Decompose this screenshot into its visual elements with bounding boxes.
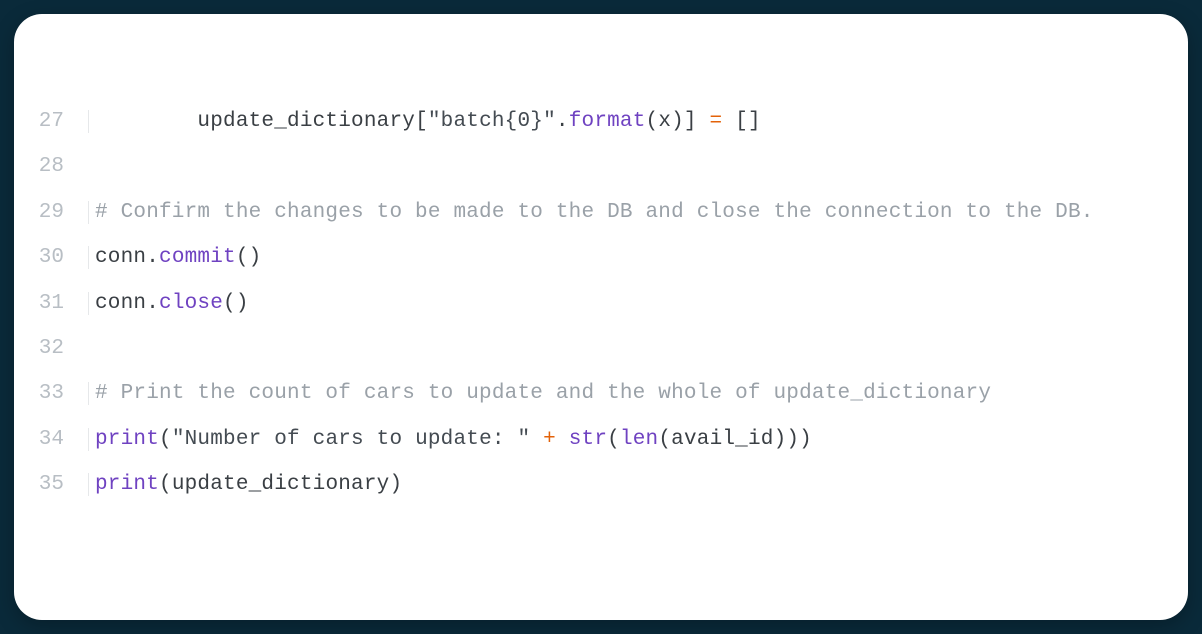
code-content: update_dictionary["batch{0}".format(x)] … — [88, 110, 761, 133]
token: str — [569, 428, 607, 451]
token: commit — [159, 246, 236, 269]
token: close — [159, 292, 223, 315]
token: ( — [607, 428, 620, 451]
code-line: 32 — [14, 337, 1188, 382]
token: = — [710, 110, 723, 133]
token: . — [556, 110, 569, 133]
code-content: conn.commit() — [88, 246, 261, 269]
token: format — [569, 110, 646, 133]
token: . — [146, 246, 159, 269]
code-content: print(update_dictionary) — [88, 473, 402, 496]
token: # Print the count of cars to update and … — [95, 382, 991, 405]
token: () — [223, 292, 249, 315]
token: print — [95, 428, 159, 451]
token: "batch{0}" — [428, 110, 556, 133]
line-number: 33 — [14, 382, 88, 405]
token: # Confirm the changes to be made to the … — [95, 201, 1094, 224]
line-number: 31 — [14, 292, 88, 315]
token — [530, 428, 543, 451]
line-number: 32 — [14, 337, 88, 360]
line-number: 28 — [14, 155, 88, 178]
token: conn — [95, 246, 146, 269]
token: update_dictionary — [95, 110, 415, 133]
token: "Number of cars to update: " — [172, 428, 530, 451]
code-line: 35print(update_dictionary) — [14, 473, 1188, 518]
code-block: 27 update_dictionary["batch{0}".format(x… — [14, 110, 1188, 519]
token: len — [620, 428, 658, 451]
token: print — [95, 473, 159, 496]
code-snippet-card: 27 update_dictionary["batch{0}".format(x… — [14, 14, 1188, 620]
line-number: 30 — [14, 246, 88, 269]
token: . — [146, 292, 159, 315]
code-line: 29 # Confirm the changes to be made to th… — [14, 201, 1188, 246]
token: (update_dictionary) — [159, 473, 402, 496]
code-line: 27 update_dictionary["batch{0}".format(x… — [14, 110, 1188, 155]
code-line: 31conn.close() — [14, 292, 1188, 337]
token: + — [543, 428, 556, 451]
token: conn — [95, 292, 146, 315]
code-line: 34print("Number of cars to update: " + s… — [14, 428, 1188, 473]
line-number: 29 — [14, 201, 88, 224]
token: (avail_id))) — [658, 428, 812, 451]
line-number: 27 — [14, 110, 88, 133]
token: () — [236, 246, 262, 269]
token — [556, 428, 569, 451]
code-content: print("Number of cars to update: " + str… — [88, 428, 812, 451]
token: (x)] — [646, 110, 710, 133]
token: ( — [159, 428, 172, 451]
code-line: 30conn.commit() — [14, 246, 1188, 291]
code-content: conn.close() — [88, 292, 249, 315]
token: [ — [415, 110, 428, 133]
line-number: 35 — [14, 473, 88, 496]
token: [] — [722, 110, 760, 133]
code-line: 33 # Print the count of cars to update an… — [14, 382, 1188, 427]
code-content: # Print the count of cars to update and … — [88, 382, 991, 405]
code-line: 28 — [14, 155, 1188, 200]
line-number: 34 — [14, 428, 88, 451]
code-content: # Confirm the changes to be made to the … — [88, 201, 1094, 224]
